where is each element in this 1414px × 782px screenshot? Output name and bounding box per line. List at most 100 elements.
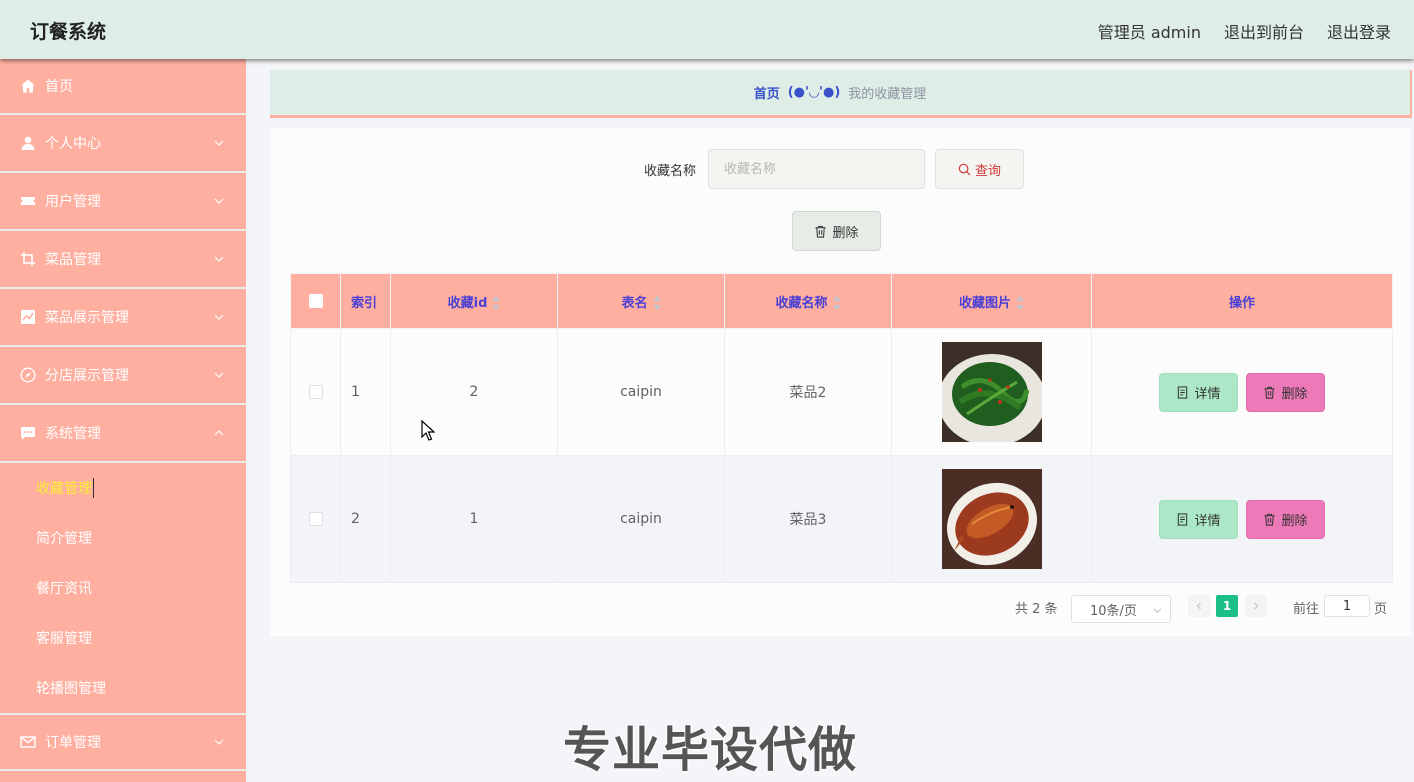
sidebar-item-label: 系统管理 <box>45 426 101 442</box>
home-icon <box>20 78 36 94</box>
row-index: 2 <box>340 455 391 583</box>
submenu-item-intro[interactable]: 简介管理 <box>0 513 246 563</box>
chevron-down-icon <box>214 252 224 262</box>
column-header-table[interactable]: 表名 <box>557 273 725 329</box>
submenu-item-favorites[interactable]: 收藏管理 <box>0 463 246 513</box>
compass-icon <box>20 367 36 383</box>
column-header-id[interactable]: 收藏id <box>390 273 558 329</box>
search-label: 收藏名称 <box>644 163 697 179</box>
mail-icon <box>20 734 36 750</box>
submenu-item-news[interactable]: 餐厅资讯 <box>0 563 246 613</box>
watermark-text: 专业毕设代做 <box>563 722 858 778</box>
table-row: 2 1 caipin 菜品3 详情 删除 <box>290 455 1393 583</box>
page-number-current[interactable]: 1 <box>1216 595 1238 617</box>
breadcrumb-separator: (●'◡'●) <box>787 85 841 100</box>
row-ops-cell: 详情 删除 <box>1091 455 1393 583</box>
row-image-cell <box>891 455 1092 583</box>
exit-to-front-link[interactable]: 退出到前台 <box>1224 19 1304 43</box>
sort-icon[interactable] <box>1016 296 1024 310</box>
submenu-item-label: 收藏管理 <box>36 478 94 498</box>
content-panel: 收藏名称 查询 删除 索引 收藏id 表名 收藏名称 收藏图片 操作 <box>270 128 1411 636</box>
row-table-name: caipin <box>557 328 725 456</box>
page-size-select[interactable]: 10条/页 <box>1071 595 1171 623</box>
search-input[interactable] <box>708 149 926 189</box>
sidebar-item-home[interactable]: 首页 <box>0 59 246 115</box>
mouse-cursor-icon <box>421 420 435 441</box>
sidebar-item-system[interactable]: 系统管理 <box>0 405 246 463</box>
next-page-button[interactable] <box>1245 595 1267 617</box>
table-header-row: 索引 收藏id 表名 收藏名称 收藏图片 操作 <box>290 273 1393 329</box>
document-icon <box>1178 512 1188 526</box>
column-header-image[interactable]: 收藏图片 <box>891 273 1092 329</box>
sidebar-item-label: 菜品展示管理 <box>45 310 129 326</box>
sidebar-item-dish-display[interactable]: 菜品展示管理 <box>0 289 246 347</box>
submenu-item-service[interactable]: 客服管理 <box>0 613 246 663</box>
batch-delete-button[interactable]: 删除 <box>792 211 881 251</box>
page-size-value: 10条/页 <box>1090 603 1137 619</box>
delete-button-label: 删除 <box>1281 513 1308 529</box>
chevron-down-icon <box>214 310 224 320</box>
breadcrumb-home[interactable]: 首页 <box>754 83 780 102</box>
column-header-ops: 操作 <box>1091 273 1393 329</box>
trash-icon <box>1264 513 1276 526</box>
prev-page-button[interactable] <box>1188 595 1210 617</box>
detail-button[interactable]: 详情 <box>1159 499 1238 539</box>
select-all-cell <box>290 273 341 329</box>
sidebar-item-personal-center[interactable]: 个人中心 <box>0 115 246 173</box>
chevron-right-icon <box>1254 602 1259 610</box>
trash-icon <box>1264 386 1276 399</box>
chevron-down-icon <box>214 136 224 146</box>
submenu-item-carousel[interactable]: 轮播图管理 <box>0 663 246 713</box>
logout-link[interactable]: 退出登录 <box>1327 19 1391 43</box>
chart-icon <box>20 309 36 325</box>
query-button-label: 查询 <box>975 163 1002 179</box>
sidebar-item-label: 首页 <box>45 79 73 95</box>
query-button[interactable]: 查询 <box>935 149 1025 189</box>
search-form: 收藏名称 查询 <box>644 149 1025 189</box>
sort-icon[interactable] <box>832 296 841 310</box>
row-favorite-name: 菜品2 <box>724 328 892 456</box>
sidebar-item-orders[interactable]: 订单管理 <box>0 713 246 771</box>
row-favorite-name: 菜品3 <box>724 455 892 583</box>
sidebar-item-label: 分店展示管理 <box>45 368 129 384</box>
delete-button-label: 删除 <box>1281 386 1308 402</box>
detail-button-label: 详情 <box>1194 513 1221 529</box>
select-all-checkbox[interactable] <box>308 294 323 308</box>
sidebar-item-branch-display[interactable]: 分店展示管理 <box>0 347 246 405</box>
sidebar-item-dishes[interactable]: 菜品管理 <box>0 231 246 289</box>
sidebar-item-label: 菜品管理 <box>45 252 101 268</box>
delete-button[interactable]: 删除 <box>1246 499 1325 539</box>
user-icon <box>20 135 36 151</box>
goto-unit: 页 <box>1374 602 1388 617</box>
delete-button[interactable]: 删除 <box>1246 372 1325 412</box>
row-id: 2 <box>390 328 558 456</box>
sidebar-item-label: 个人中心 <box>45 136 101 152</box>
sidebar-item-users[interactable]: 用户管理 <box>0 173 246 231</box>
detail-button-label: 详情 <box>1194 386 1221 402</box>
goto-page-input[interactable] <box>1324 595 1370 617</box>
submenu-item-label: 轮播图管理 <box>36 681 106 697</box>
sort-icon[interactable] <box>652 296 661 310</box>
submenu-item-label: 客服管理 <box>36 631 92 647</box>
table-row: 1 2 caipin 菜品2 详情 删除 <box>290 328 1393 456</box>
sort-icon[interactable] <box>492 296 501 310</box>
detail-button[interactable]: 详情 <box>1159 372 1238 412</box>
column-header-index: 索引 <box>340 273 391 329</box>
row-checkbox[interactable] <box>308 385 323 399</box>
pagination-total: 共 2 条 <box>1015 602 1058 617</box>
column-header-label: 收藏图片 <box>958 295 1011 311</box>
favorites-table: 索引 收藏id 表名 收藏名称 收藏图片 操作 1 2 caipin 菜品2 详… <box>290 273 1393 583</box>
pagination: 共 2 条 10条/页 1 前往 页 <box>270 595 1392 623</box>
app-title: 订餐系统 <box>30 21 107 43</box>
crop-icon <box>20 251 36 267</box>
system-submenu: 收藏管理 简介管理 餐厅资讯 客服管理 轮播图管理 <box>0 463 246 713</box>
row-checkbox[interactable] <box>308 512 323 526</box>
dish-image-fish <box>941 469 1042 569</box>
document-icon <box>1178 385 1188 399</box>
breadcrumb-current: 我的收藏管理 <box>848 87 927 102</box>
row-id: 1 <box>390 455 558 583</box>
column-header-name[interactable]: 收藏名称 <box>724 273 892 329</box>
batch-delete-label: 删除 <box>832 225 859 241</box>
column-header-label: 表名 <box>621 295 648 311</box>
row-select-cell <box>290 455 341 583</box>
